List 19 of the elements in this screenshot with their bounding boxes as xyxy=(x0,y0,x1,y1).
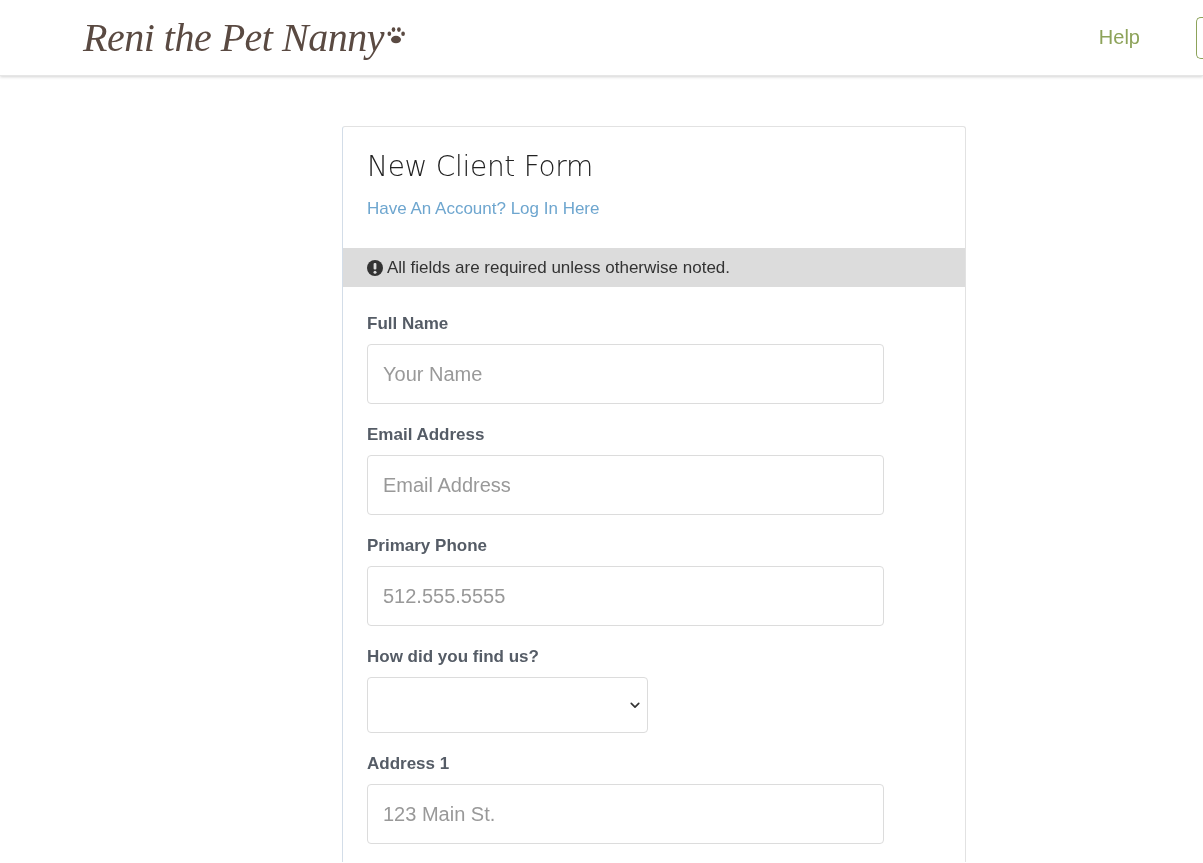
login-link[interactable]: Have An Account? Log In Here xyxy=(367,197,600,221)
input-field[interactable]: Your Name xyxy=(367,344,884,404)
input-field[interactable]: Email Address xyxy=(367,455,884,515)
logo-text[interactable]: Reni the Pet Nanny xyxy=(83,13,384,62)
field-label: Email Address xyxy=(367,424,485,446)
form-title: New Client Form xyxy=(367,149,593,185)
field-label: Primary Phone xyxy=(367,535,487,557)
input-field[interactable]: 123 Main St. xyxy=(367,784,884,844)
outline-button[interactable] xyxy=(1196,16,1203,59)
chevron-down-icon xyxy=(630,701,640,709)
notice-text: All fields are required unless otherwise noted. xyxy=(387,257,731,278)
input-field[interactable]: 512.555.5555 xyxy=(367,566,884,626)
field-label: Address 1 xyxy=(367,753,450,775)
dropdown-field[interactable] xyxy=(367,677,648,733)
exclamation-circle-icon xyxy=(367,259,383,276)
field-label: Full Name xyxy=(367,313,449,335)
help-link[interactable]: Help xyxy=(1098,26,1140,49)
paw-print-icon xyxy=(385,25,406,44)
field-label: How did you find us? xyxy=(367,646,539,668)
